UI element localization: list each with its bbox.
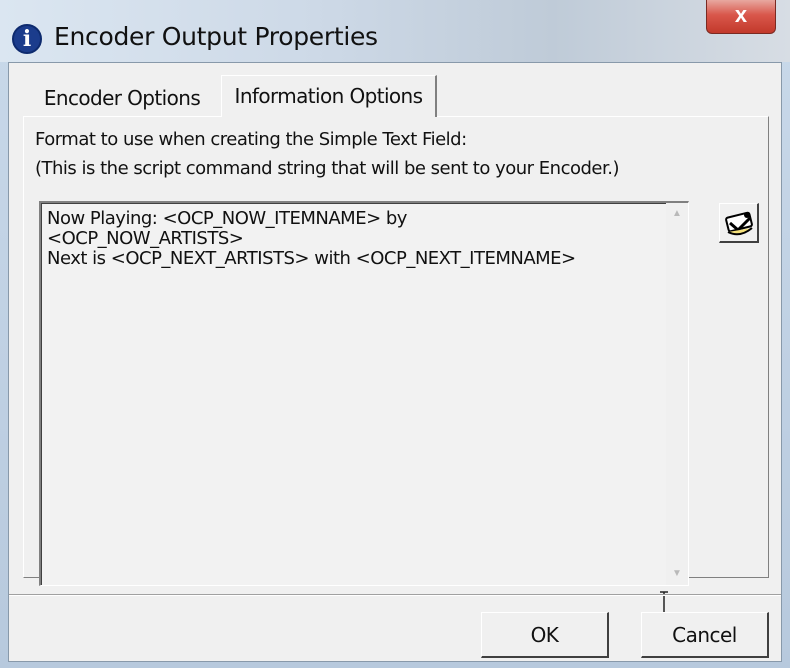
separator: [9, 594, 781, 596]
format-picker-button[interactable]: [719, 203, 759, 243]
scroll-down-arrow-icon[interactable]: ▼: [666, 563, 688, 585]
description-line-2: (This is the script command string that …: [35, 158, 619, 179]
cancel-button[interactable]: Cancel: [641, 612, 769, 658]
title-bar[interactable]: i Encoder Output Properties x: [0, 0, 790, 62]
scroll-up-arrow-icon[interactable]: ▲: [666, 203, 688, 225]
ok-button[interactable]: OK: [481, 612, 609, 658]
format-text-area[interactable]: Now Playing: <OCP_NOW_ITEMNAME> by <OCP_…: [39, 201, 689, 619]
encoder-output-properties-window: i Encoder Output Properties x Encoder Op…: [0, 0, 790, 668]
format-text[interactable]: Now Playing: <OCP_NOW_ITEMNAME> by <OCP_…: [47, 209, 667, 269]
description-line-1: Format to use when creating the Simple T…: [35, 129, 467, 150]
dialog-body: Encoder Options Information Options Form…: [8, 62, 782, 662]
window-title: Encoder Output Properties: [54, 22, 378, 51]
info-icon: i: [12, 24, 42, 54]
format-picker-icon: [725, 211, 753, 236]
close-button[interactable]: x: [706, 0, 776, 34]
vertical-scrollbar[interactable]: ▲ ▼: [666, 203, 688, 585]
tab-information-options[interactable]: Information Options: [221, 75, 437, 117]
tab-encoder-options[interactable]: Encoder Options: [29, 80, 215, 116]
